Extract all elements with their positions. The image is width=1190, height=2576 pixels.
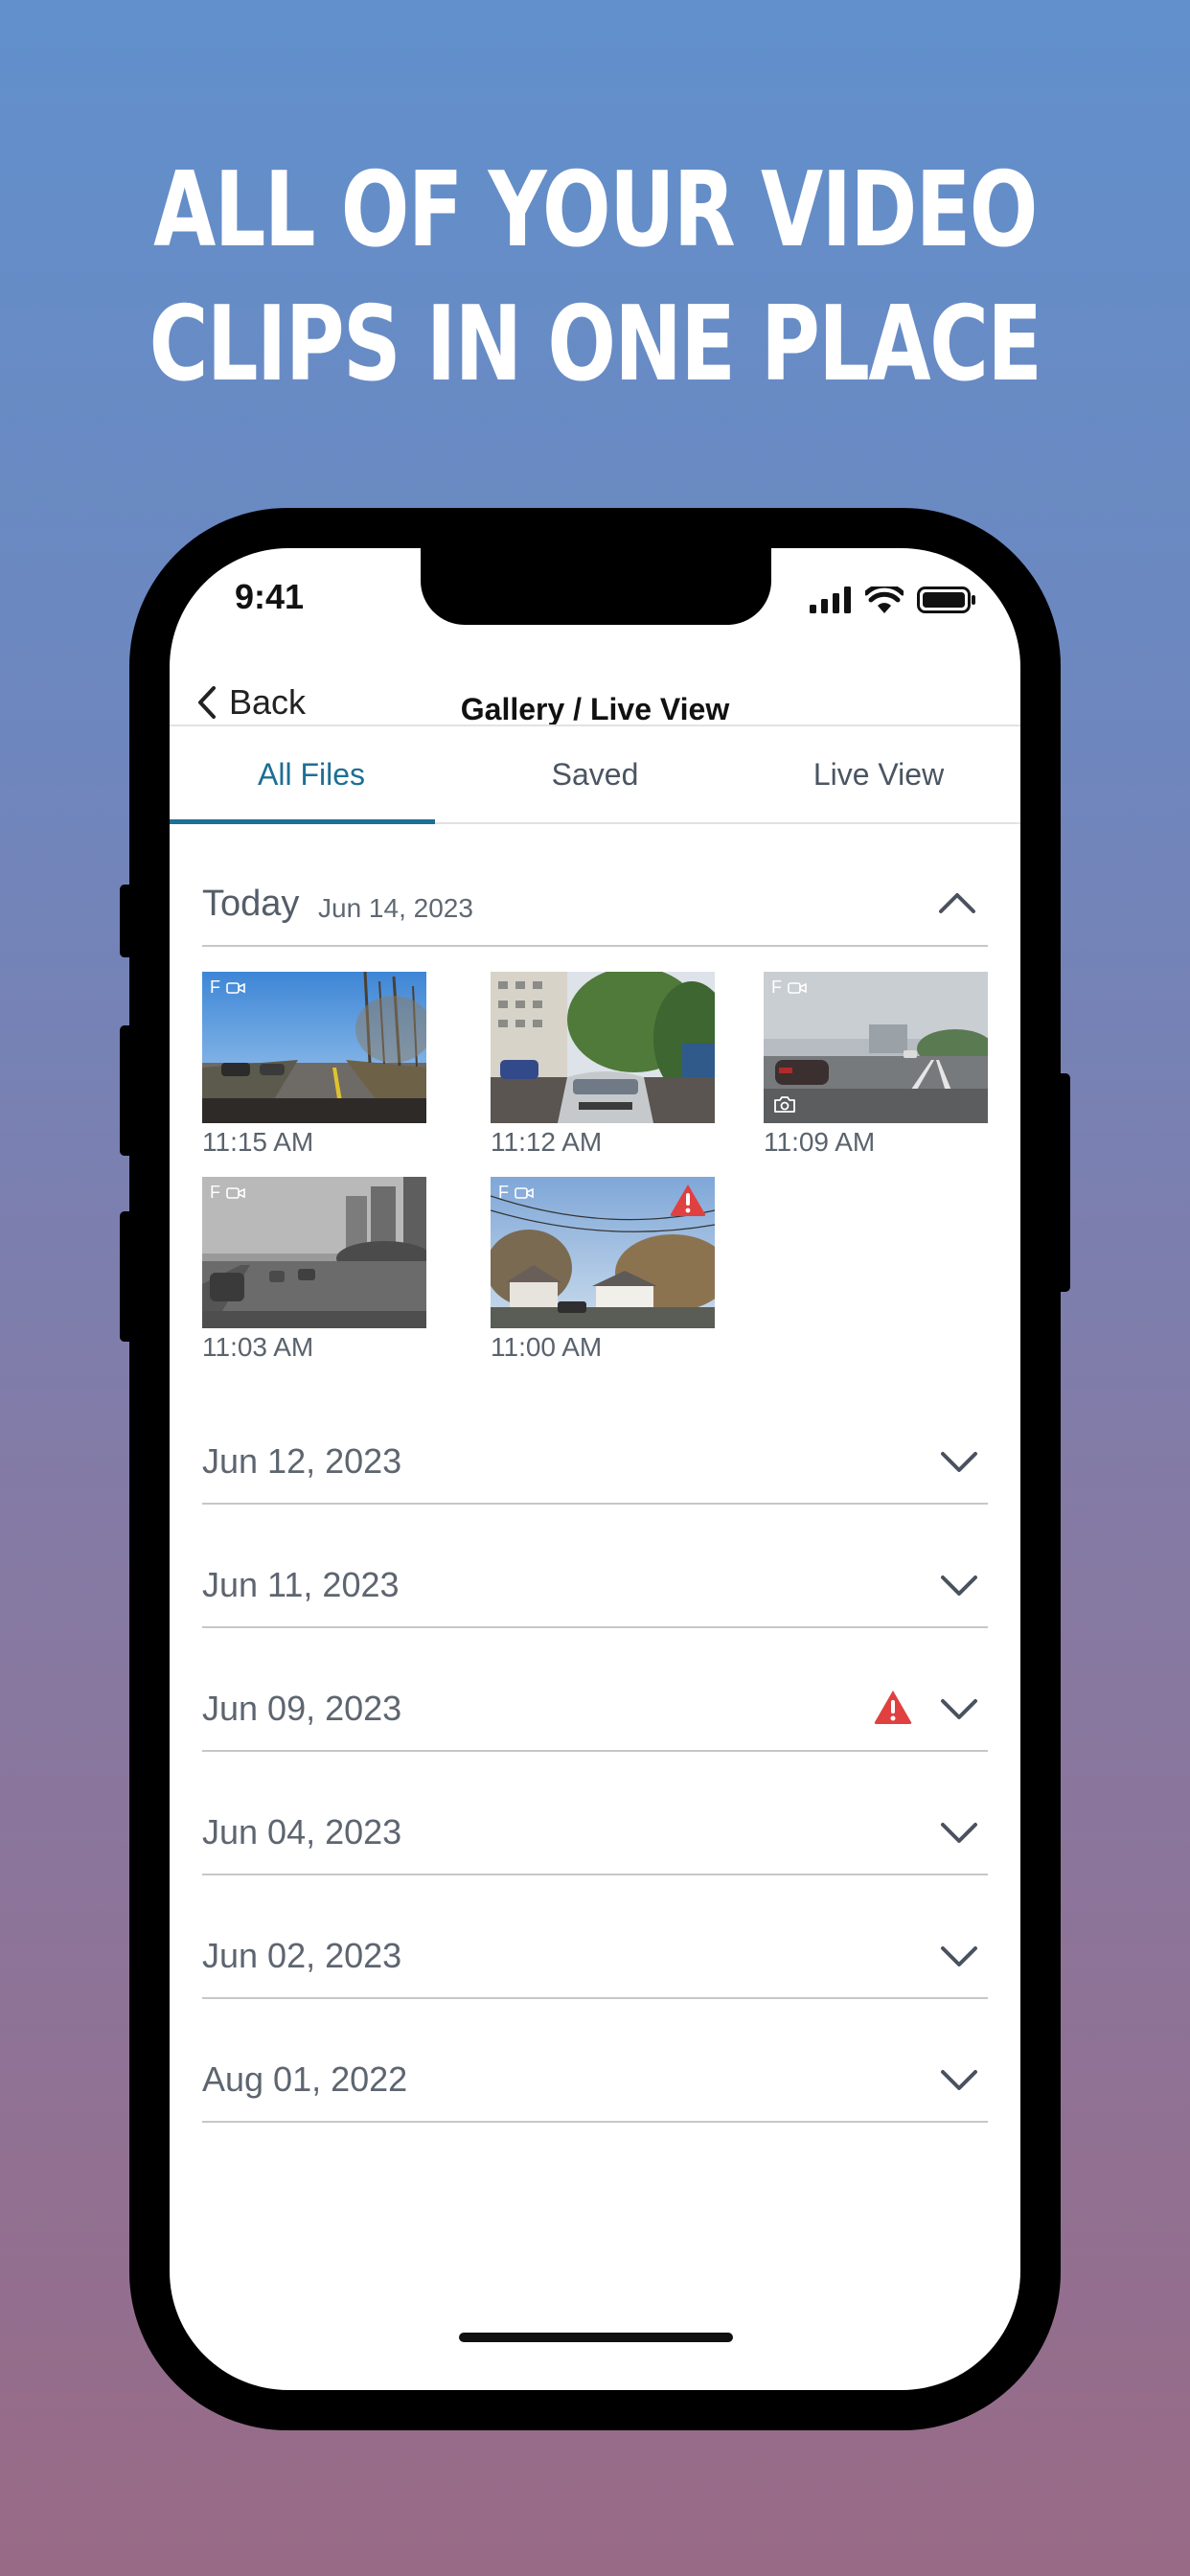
headline-line-1: ALL OF YOUR VIDEO [153,150,1038,270]
clip-time: 11:03 AM [202,1332,314,1362]
date-group-label: Jun 09, 2023 [202,1689,402,1728]
date-group-row[interactable]: Jun 04, 2023 [202,1801,988,1875]
headline-line-2: CLIPS IN ONE PLACE [149,285,1042,404]
date-group-label: Jun 12, 2023 [202,1441,402,1481]
front-camera-badge: F [210,1183,245,1203]
battery-icon [917,586,975,613]
camera-badge-letter: F [210,978,220,997]
phone-frame: 9:41 Back Gallery / Live View All Files … [120,508,1070,2430]
app-screen: 9:41 Back Gallery / Live View All Files … [170,548,1020,2390]
headline: ALL OF YOUR VIDEO CLIPS IN ONE PLACE [131,144,1060,412]
date-group-row[interactable]: Aug 01, 2022 [202,2048,988,2123]
date-group-row[interactable]: Jun 12, 2023 [202,1430,988,1505]
front-camera-badge: F [771,978,807,998]
date-group-label: Jun 02, 2023 [202,1936,402,1975]
date-group-row[interactable]: Jun 02, 2023 [202,1924,988,1999]
wifi-icon [865,586,904,613]
clip-thumbnail[interactable]: F [202,972,426,1123]
date-group-row[interactable]: Jun 11, 2023 [202,1553,988,1628]
clip-thumbnail[interactable]: F [764,972,988,1123]
chevron-down-icon[interactable] [940,1698,978,1721]
date-group-label: Jun 04, 2023 [202,1812,402,1852]
clip-thumbnail[interactable]: F [491,1177,715,1328]
page-title: Gallery / Live View [460,692,730,726]
tab-live-view[interactable]: Live View [737,726,1020,822]
photo-camera-icon [774,1096,795,1113]
volume-up-button [120,1025,135,1156]
status-icons [810,586,976,613]
tab-all-files[interactable]: All Files [170,726,453,822]
clip-time: 11:09 AM [764,1127,876,1157]
date-group-header-today[interactable]: Today Jun 14, 2023 [202,884,988,947]
front-camera-badge: F [210,978,245,998]
today-label: Today [202,884,300,924]
camera-badge-letter: F [498,1183,509,1202]
video-camera-icon [515,1186,534,1199]
chevron-down-icon[interactable] [940,1945,978,1968]
chevron-down-icon[interactable] [940,1822,978,1845]
video-camera-icon [788,981,807,994]
clip-thumbnail[interactable] [491,972,715,1123]
chevron-down-icon[interactable] [940,1575,978,1598]
chevron-up-icon[interactable] [938,891,976,914]
clip-time: 11:00 AM [491,1332,603,1362]
signal-icon [810,586,851,613]
today-date: Jun 14, 2023 [318,893,473,923]
active-tab-indicator [170,819,435,824]
date-group-label: Jun 11, 2023 [202,1565,400,1604]
volume-down-button [120,1211,135,1342]
notch [421,548,771,625]
chevron-down-icon[interactable] [940,2069,978,2092]
camera-badge-letter: F [771,978,782,997]
clip-time: 11:12 AM [491,1127,603,1157]
video-camera-icon [226,981,245,994]
warning-icon [670,1184,706,1216]
camera-badge-letter: F [210,1183,220,1202]
date-group-row[interactable]: Jun 09, 2023 [202,1677,988,1752]
date-group-label: Aug 01, 2022 [202,2059,408,2099]
power-button [1055,1073,1070,1292]
clip-time: 11:15 AM [202,1127,314,1157]
front-camera-badge: F [498,1183,534,1203]
chevron-down-icon[interactable] [940,1451,978,1474]
home-indicator[interactable] [459,2333,733,2342]
clip-thumbnail[interactable]: F [202,1177,426,1328]
tab-saved[interactable]: Saved [453,726,737,822]
status-time: 9:41 [235,577,305,616]
clip-image-parking [491,972,715,1123]
mute-switch [120,885,135,957]
warning-icon [874,1690,912,1724]
video-camera-icon [226,1186,245,1199]
tab-bar: All Files Saved Live View [170,724,1020,824]
